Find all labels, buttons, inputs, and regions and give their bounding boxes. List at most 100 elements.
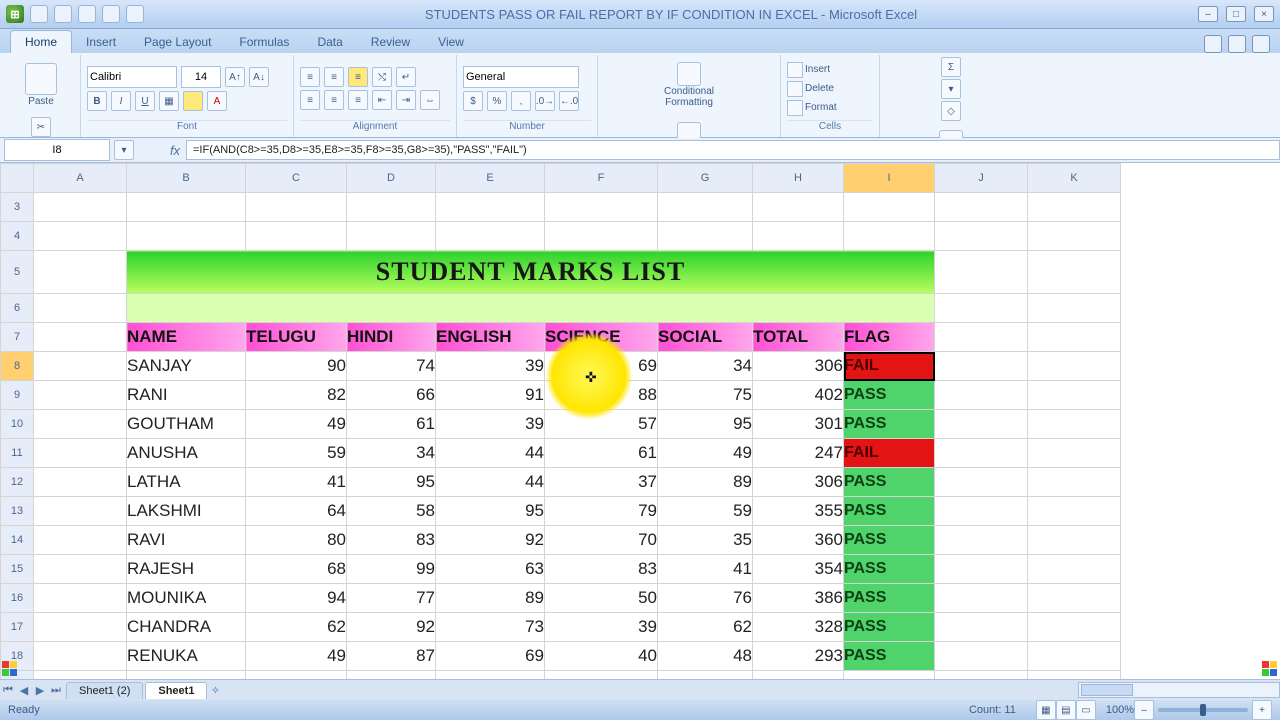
cell-name[interactable]: SANJAY xyxy=(127,352,246,381)
cell-value[interactable]: 83 xyxy=(545,555,658,584)
conditional-formatting-button[interactable]: Conditional Formatting xyxy=(661,57,717,113)
zoom-in-icon[interactable]: + xyxy=(1252,700,1272,720)
cell-value[interactable]: 80 xyxy=(246,526,347,555)
font-size-select[interactable] xyxy=(181,66,221,88)
cell-value[interactable]: 92 xyxy=(436,526,545,555)
align-right-icon[interactable]: ≡ xyxy=(348,90,368,110)
cell-value[interactable]: 95 xyxy=(658,410,753,439)
cell-value[interactable]: 70 xyxy=(545,526,658,555)
cell-value[interactable]: 41 xyxy=(658,555,753,584)
cell-flag[interactable]: PASS xyxy=(844,526,935,555)
orientation-icon[interactable]: ⤭ xyxy=(372,67,392,87)
table-header-cell[interactable]: TELUGU xyxy=(246,323,347,352)
table-header-cell[interactable]: HINDI xyxy=(347,323,436,352)
cell-value[interactable]: 40 xyxy=(545,642,658,671)
cell-value[interactable]: 87 xyxy=(347,642,436,671)
row-header[interactable]: 13 xyxy=(1,497,34,526)
cell-value[interactable]: 354 xyxy=(753,555,844,584)
cell-value[interactable]: 49 xyxy=(658,439,753,468)
tab-page-layout[interactable]: Page Layout xyxy=(130,31,225,53)
zoom-level[interactable]: 100% xyxy=(1106,704,1134,716)
select-all-cell[interactable] xyxy=(1,164,34,193)
cell-value[interactable]: 355 xyxy=(753,497,844,526)
table-header-cell[interactable]: TOTAL xyxy=(753,323,844,352)
cell-value[interactable]: 75 xyxy=(658,381,753,410)
cell-value[interactable]: 306 xyxy=(753,468,844,497)
cell-value[interactable]: 66 xyxy=(347,381,436,410)
cell-empty[interactable] xyxy=(436,671,545,680)
cell-value[interactable]: 328 xyxy=(753,613,844,642)
row-header[interactable]: 10 xyxy=(1,410,34,439)
cell-value[interactable]: 88 xyxy=(545,381,658,410)
cell-value[interactable]: 301 xyxy=(753,410,844,439)
cell-empty[interactable] xyxy=(436,222,545,251)
cell-value[interactable]: 63 xyxy=(436,555,545,584)
cell-flag[interactable]: PASS xyxy=(844,555,935,584)
tab-prev-icon[interactable]: ◀ xyxy=(16,684,32,697)
border-icon[interactable]: ▦ xyxy=(159,91,179,111)
fill-color-icon[interactable] xyxy=(183,91,203,111)
cell-value[interactable]: 41 xyxy=(246,468,347,497)
align-center-icon[interactable]: ≡ xyxy=(324,90,344,110)
row-header[interactable]: 17 xyxy=(1,613,34,642)
new-sheet-icon[interactable]: ✧ xyxy=(207,684,223,697)
decrease-font-icon[interactable]: A↓ xyxy=(249,67,269,87)
ribbon-minimize-icon[interactable] xyxy=(1228,35,1246,53)
tab-last-icon[interactable]: ⏭ xyxy=(48,684,64,697)
cell-name[interactable]: MOUNIKA xyxy=(127,584,246,613)
print-icon[interactable] xyxy=(102,5,120,23)
merge-center-icon[interactable]: ⇔ xyxy=(420,90,440,110)
number-format-select[interactable] xyxy=(463,66,579,88)
cell-value[interactable]: 68 xyxy=(246,555,347,584)
cell-name[interactable]: CHANDRA xyxy=(127,613,246,642)
cell-value[interactable]: 82 xyxy=(246,381,347,410)
cell-empty[interactable] xyxy=(935,193,1028,222)
cell-value[interactable]: 69 xyxy=(436,642,545,671)
column-header[interactable]: K xyxy=(1028,164,1121,193)
cell-empty[interactable] xyxy=(658,193,753,222)
cell-value[interactable]: 39 xyxy=(436,410,545,439)
comma-icon[interactable]: , xyxy=(511,91,531,111)
cell-flag[interactable]: PASS xyxy=(844,468,935,497)
cell-empty[interactable] xyxy=(545,671,658,680)
cell-empty[interactable] xyxy=(34,251,127,294)
cell-value[interactable]: 94 xyxy=(246,584,347,613)
cell-value[interactable]: 39 xyxy=(545,613,658,642)
row-header[interactable]: 5 xyxy=(1,251,34,294)
table-header-cell[interactable]: ENGLISH xyxy=(436,323,545,352)
column-header[interactable]: F xyxy=(545,164,658,193)
horizontal-scrollbar[interactable] xyxy=(1078,682,1280,698)
cell-flag[interactable]: FAIL xyxy=(844,352,935,381)
cell-value[interactable]: 48 xyxy=(658,642,753,671)
ribbon-close-icon[interactable] xyxy=(1252,35,1270,53)
wrap-text-icon[interactable]: ↵ xyxy=(396,67,416,87)
column-header[interactable]: A xyxy=(34,164,127,193)
cell-value[interactable]: 61 xyxy=(347,410,436,439)
tab-data[interactable]: Data xyxy=(303,31,356,53)
paste-button[interactable]: Paste xyxy=(19,57,63,113)
align-top-icon[interactable]: ≡ xyxy=(300,67,320,87)
autosum-icon[interactable]: Σ xyxy=(941,57,961,77)
cell-empty[interactable] xyxy=(545,193,658,222)
cell-value[interactable]: 79 xyxy=(545,497,658,526)
cell-value[interactable]: 306 xyxy=(753,352,844,381)
cell-flag[interactable]: PASS xyxy=(844,497,935,526)
cell-name[interactable]: GOUTHAM xyxy=(127,410,246,439)
column-header[interactable]: C xyxy=(246,164,347,193)
row-header[interactable]: 6 xyxy=(1,294,34,323)
cell-value[interactable]: 39 xyxy=(436,352,545,381)
cell-name[interactable]: RAJESH xyxy=(127,555,246,584)
cell-value[interactable]: 59 xyxy=(246,439,347,468)
tab-formulas[interactable]: Formulas xyxy=(225,31,303,53)
cell-name[interactable]: RANI xyxy=(127,381,246,410)
cell-empty[interactable] xyxy=(935,222,1028,251)
cell-empty[interactable] xyxy=(246,671,347,680)
redo-icon[interactable] xyxy=(78,5,96,23)
view-normal-icon[interactable]: ▦ xyxy=(1036,700,1056,720)
preview-icon[interactable] xyxy=(126,5,144,23)
cell-flag[interactable]: PASS xyxy=(844,613,935,642)
cell-empty[interactable] xyxy=(127,222,246,251)
insert-cells-button[interactable]: Insert xyxy=(787,62,873,78)
cell-value[interactable]: 49 xyxy=(246,410,347,439)
table-title-cell[interactable]: STUDENT MARKS LIST xyxy=(127,251,935,294)
